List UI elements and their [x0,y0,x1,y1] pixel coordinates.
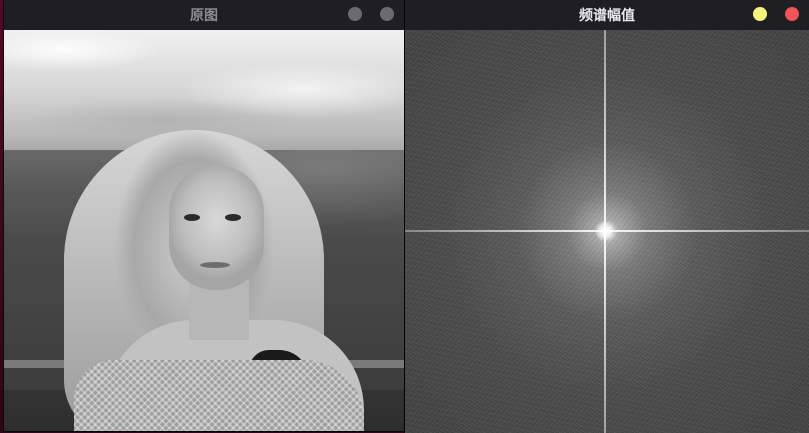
spectrum-dc-peak [595,221,615,241]
original-image-window[interactable]: 原图 [4,0,404,431]
spectrum-close-button[interactable] [785,7,799,21]
original-close-button[interactable] [380,7,394,21]
spectrum-window-title: 频谱幅值 [579,8,635,24]
spectrum-window[interactable]: 频谱幅值 [405,0,809,433]
spectrum-minimize-button[interactable] [753,7,767,21]
fft-magnitude-image [405,30,809,433]
desktop: 原图 频谱幅值 [0,0,809,433]
original-image-canvas [4,30,404,431]
original-window-title: 原图 [190,8,218,24]
original-window-controls [348,7,394,21]
spectrum-window-controls [753,7,799,21]
spectrum-canvas [405,30,809,433]
portrait-photo [4,30,404,431]
original-window-titlebar[interactable]: 原图 [4,0,404,30]
spectrum-window-titlebar[interactable]: 频谱幅值 [405,0,809,30]
original-minimize-button[interactable] [348,7,362,21]
